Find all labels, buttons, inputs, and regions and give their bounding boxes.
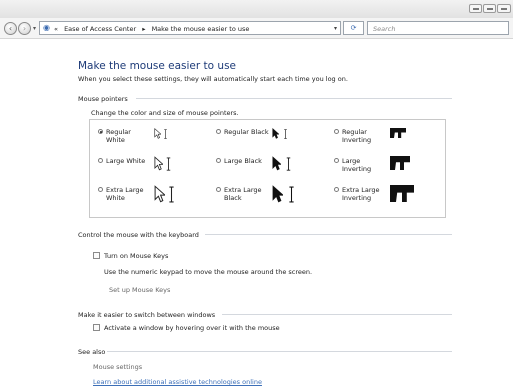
- pointer-radio[interactable]: [334, 129, 339, 134]
- pointer-preview-icon: [390, 156, 410, 172]
- pointer-option-extra-large-inverting[interactable]: Extra Large Inverting: [332, 185, 444, 210]
- pointer-radio[interactable]: [98, 129, 103, 134]
- section-divider: [107, 351, 452, 352]
- pointers-instruction: Change the color and size of mouse point…: [91, 109, 239, 117]
- back-arrow-icon: ‹: [8, 24, 13, 33]
- page-title: Make the mouse easier to use: [78, 60, 237, 72]
- recent-pages-dropdown[interactable]: ▾: [33, 25, 36, 32]
- pointer-preview-icon: [272, 127, 288, 141]
- pointer-option-label[interactable]: Large Black: [224, 157, 262, 165]
- forward-arrow-icon: ›: [22, 24, 27, 33]
- pointer-radio[interactable]: [98, 158, 103, 163]
- pointer-preview-icon: [154, 185, 176, 205]
- pointer-radio[interactable]: [216, 187, 221, 192]
- pointer-option-regular-white[interactable]: Regular White: [96, 127, 208, 152]
- assistive-technologies-link[interactable]: Learn about additional assistive technol…: [93, 378, 262, 386]
- forward-button[interactable]: ›: [18, 22, 31, 35]
- pointer-radio[interactable]: [334, 187, 339, 192]
- pointer-option-large-inverting[interactable]: Large Inverting: [332, 156, 444, 181]
- breadcrumb-overflow[interactable]: «: [54, 25, 58, 33]
- pointer-preview-icon: [390, 185, 414, 204]
- set-up-mouse-keys-link[interactable]: Set up Mouse Keys: [109, 286, 170, 294]
- pointer-option-label[interactable]: Large White: [106, 157, 145, 165]
- pointer-radio[interactable]: [216, 158, 221, 163]
- pointer-preview-icon: [272, 185, 296, 205]
- mouse-keys-label[interactable]: Turn on Mouse Keys: [104, 252, 168, 260]
- search-placeholder: Search: [373, 25, 396, 33]
- main-content: Make the mouse easier to use When you se…: [0, 39, 513, 390]
- pointer-scheme-grid: Regular White Regular Black Regular Invert…: [89, 119, 446, 218]
- pointer-option-large-black[interactable]: Large Black: [214, 156, 326, 181]
- pointer-option-label[interactable]: Extra Large Inverting: [342, 186, 380, 202]
- mouse-pointers-heading: Mouse pointers: [78, 95, 128, 103]
- minimize-icon: [473, 8, 479, 10]
- close-icon: [501, 8, 507, 10]
- refresh-button[interactable]: ⟳: [343, 21, 364, 35]
- section-divider: [136, 98, 452, 99]
- breadcrumb-ease-of-access-center[interactable]: Ease of Access Center: [64, 25, 136, 33]
- search-input[interactable]: Search: [367, 21, 509, 35]
- mouse-keys-checkbox[interactable]: [93, 252, 100, 259]
- close-button[interactable]: [497, 4, 511, 13]
- pointer-radio[interactable]: [216, 129, 221, 134]
- pointer-option-label[interactable]: Large Inverting: [342, 157, 371, 173]
- mouse-keys-description: Use the numeric keypad to move the mouse…: [104, 268, 313, 276]
- pointer-option-large-white[interactable]: Large White: [96, 156, 208, 181]
- breadcrumb-current-page[interactable]: Make the mouse easier to use: [152, 25, 250, 33]
- pointer-radio[interactable]: [98, 187, 103, 192]
- pointer-preview-icon: [272, 156, 292, 173]
- back-button[interactable]: ‹: [4, 22, 17, 35]
- breadcrumb-separator[interactable]: ▸: [142, 25, 145, 33]
- pointer-radio[interactable]: [334, 158, 339, 163]
- switch-windows-heading: Make it easier to switch between windows: [78, 311, 216, 319]
- address-bar[interactable]: ◉ « Ease of Access Center ▸ Make the mou…: [39, 21, 341, 35]
- keyboard-section-heading: Control the mouse with the keyboard: [78, 231, 199, 239]
- pointer-preview-icon: [154, 127, 168, 141]
- pointer-option-label[interactable]: Regular White: [106, 128, 131, 144]
- minimize-button[interactable]: [469, 4, 482, 13]
- pointer-option-extra-large-black[interactable]: Extra Large Black: [214, 185, 326, 210]
- pointer-option-label[interactable]: Extra Large White: [106, 186, 144, 202]
- refresh-icon: ⟳: [350, 24, 357, 32]
- pointer-option-regular-black[interactable]: Regular Black: [214, 127, 326, 152]
- hover-activate-checkbox[interactable]: [93, 324, 100, 331]
- breadcrumb: « Ease of Access Center ▸ Make the mouse…: [54, 25, 253, 33]
- maximize-button[interactable]: [483, 4, 496, 13]
- pointer-option-label[interactable]: Extra Large Black: [224, 186, 262, 202]
- see-also-heading: See also: [78, 348, 106, 356]
- pointer-option-label[interactable]: Regular Inverting: [342, 128, 371, 144]
- pointer-preview-icon: [390, 128, 406, 140]
- control-panel-icon: ◉: [43, 23, 50, 32]
- assistive-technologies-link-text[interactable]: Learn about additional assistive technol…: [93, 378, 262, 386]
- window-titlebar: [0, 0, 513, 19]
- pointer-option-regular-inverting[interactable]: Regular Inverting: [332, 128, 444, 152]
- hover-activate-label[interactable]: Activate a window by hovering over it wi…: [104, 324, 280, 332]
- mouse-settings-link[interactable]: Mouse settings: [93, 363, 142, 371]
- address-dropdown-icon[interactable]: ▾: [334, 25, 337, 32]
- page-subtitle: When you select these settings, they wil…: [78, 75, 348, 83]
- section-divider: [205, 234, 452, 235]
- pointer-option-label[interactable]: Regular Black: [224, 128, 269, 136]
- pointer-option-extra-large-white[interactable]: Extra Large White: [96, 185, 208, 210]
- section-divider: [222, 314, 452, 315]
- navigation-bar: ‹ › ▾ ◉ « Ease of Access Center ▸ Make t…: [0, 18, 513, 39]
- pointer-preview-icon: [154, 156, 172, 173]
- maximize-icon: [487, 8, 493, 10]
